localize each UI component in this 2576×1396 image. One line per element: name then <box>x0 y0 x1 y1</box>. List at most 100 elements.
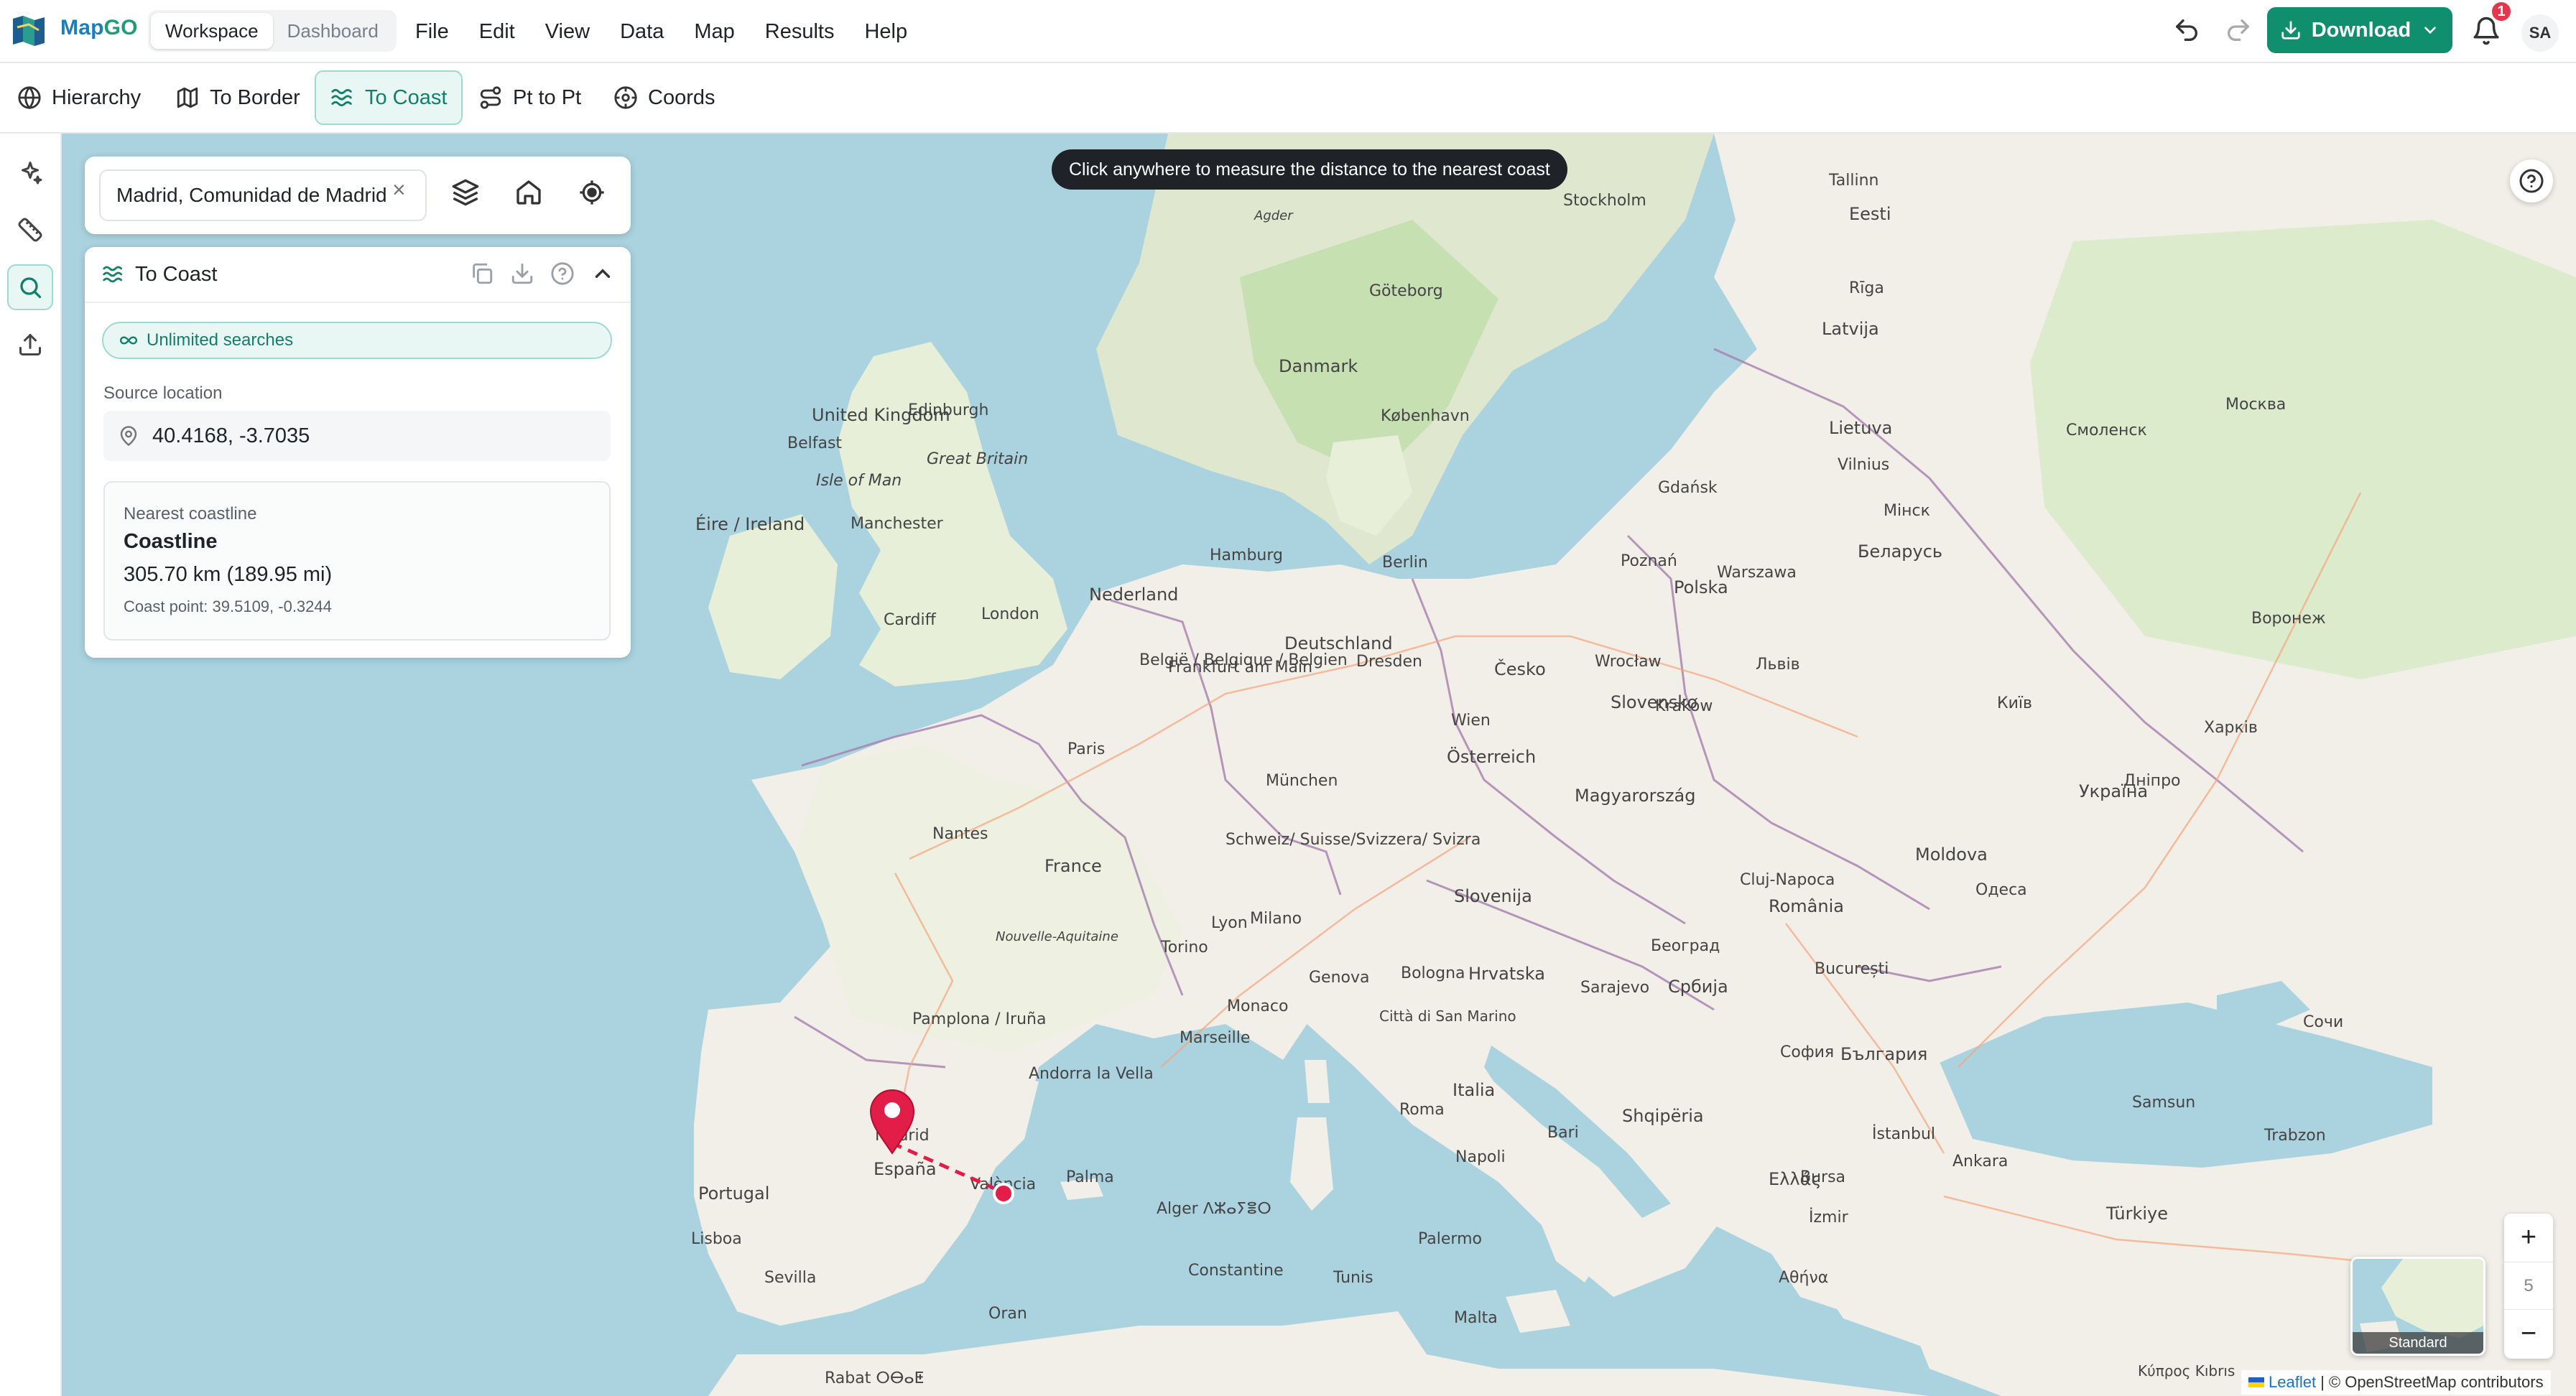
label-bucuresti: București <box>1815 960 1889 978</box>
source-location-value: 40.4168, -3.7035 <box>152 424 310 447</box>
label-moskva: Москва <box>2225 396 2286 414</box>
home-icon[interactable] <box>514 178 543 207</box>
app-header: MapGO Workspace Dashboard File Edit View… <box>0 0 2576 63</box>
label-stockholm: Stockholm <box>1563 192 1646 210</box>
label-lviv: Львів <box>1756 656 1800 674</box>
tool-pt-to-pt[interactable]: Pt to Pt <box>464 70 596 125</box>
label-romania: România <box>1769 896 1844 916</box>
mode-workspace[interactable]: Workspace <box>151 13 273 49</box>
menu-view[interactable]: View <box>545 20 590 44</box>
label-nantes: Nantes <box>932 825 988 843</box>
label-london: London <box>981 605 1039 623</box>
clear-search-icon[interactable]: × <box>392 177 406 203</box>
label-goteborg: Göteborg <box>1369 282 1443 300</box>
menu-map[interactable]: Map <box>694 20 734 44</box>
ukraine-flag-icon <box>2248 1377 2264 1387</box>
panel-header: To Coast <box>85 247 631 303</box>
zoom-out-button[interactable]: − <box>2504 1310 2553 1358</box>
result-distance: 305.70 km (189.95 mi) <box>124 563 333 586</box>
label-vilnius: Vilnius <box>1838 456 1889 474</box>
label-genova: Genova <box>1309 969 1370 987</box>
label-athina: Αθήνα <box>1779 1269 1828 1287</box>
rail-search-button[interactable] <box>7 264 53 310</box>
label-ankara: Ankara <box>1952 1153 2008 1171</box>
undo-icon[interactable] <box>2172 16 2201 45</box>
label-dnipro: Дніпро <box>2123 772 2181 790</box>
menu-results[interactable]: Results <box>765 20 835 44</box>
label-roma: Roma <box>1399 1101 1445 1119</box>
leaflet-link[interactable]: Leaflet <box>2269 1373 2316 1392</box>
label-danmark: Danmark <box>1279 356 1358 376</box>
download-icon[interactable] <box>510 261 534 286</box>
mapgo-logo-icon[interactable] <box>10 13 47 49</box>
map-help-button[interactable] <box>2510 159 2553 203</box>
source-location-field[interactable]: 40.4168, -3.7035 <box>103 411 611 461</box>
label-moldova: Moldova <box>1915 844 1988 865</box>
label-great-britain: Great Britain <box>927 450 1028 468</box>
label-hrvatska: Hrvatska <box>1468 964 1545 984</box>
globe-icon <box>18 86 41 110</box>
tool-to-coast[interactable]: To Coast <box>315 70 463 125</box>
menu-data[interactable]: Data <box>620 20 664 44</box>
label-portugal: Portugal <box>698 1183 769 1204</box>
tool-coords-label: Coords <box>648 85 715 109</box>
tool-hierarchy[interactable]: Hierarchy <box>3 70 155 125</box>
label-slovenija: Slovenija <box>1454 886 1532 906</box>
menu-edit[interactable]: Edit <box>479 20 515 44</box>
label-monaco: Monaco <box>1227 997 1288 1015</box>
label-warszawa: Warszawa <box>1717 564 1797 582</box>
locate-icon[interactable] <box>578 178 606 207</box>
mode-switch: Workspace Dashboard <box>148 10 397 52</box>
label-sofia: София <box>1780 1043 1834 1061</box>
label-pamplona: Pamplona / Iruña <box>912 1010 1046 1028</box>
label-italia: Italia <box>1453 1080 1495 1100</box>
label-trabzon: Trabzon <box>2264 1127 2326 1145</box>
label-samsun: Samsun <box>2132 1094 2195 1112</box>
label-manchester: Manchester <box>851 515 944 533</box>
search-icon <box>20 277 42 299</box>
mode-dashboard[interactable]: Dashboard <box>273 13 393 49</box>
label-lisboa: Lisboa <box>691 1230 742 1248</box>
label-kyiv: Київ <box>1997 694 2032 712</box>
help-circle-icon[interactable] <box>550 261 575 286</box>
copy-icon[interactable] <box>470 261 494 286</box>
label-eire: Éire / Ireland <box>695 513 805 534</box>
label-izmir: İzmir <box>1809 1208 1849 1227</box>
label-bursa: Bursa <box>1800 1168 1845 1186</box>
tool-coords[interactable]: Coords <box>599 70 730 125</box>
label-krakow: Kraków <box>1655 697 1713 715</box>
label-kypros: Κύπρος Kıbrıs <box>2138 1362 2235 1379</box>
label-napoli: Napoli <box>1455 1148 1506 1166</box>
rail-measure-button[interactable] <box>7 207 53 253</box>
coast-point-marker[interactable] <box>993 1183 1014 1204</box>
to-coast-panel: To Coast Unlimited searches Source locat… <box>85 247 631 658</box>
map-hint-tooltip: Click anywhere to measure the distance t… <box>1052 149 1567 190</box>
rail-upload-button[interactable] <box>7 322 53 368</box>
layer-switcher[interactable]: Standard <box>2350 1257 2485 1356</box>
user-avatar[interactable]: SA <box>2521 14 2559 52</box>
label-lietuva: Lietuva <box>1829 418 1892 438</box>
label-sochi: Сочи <box>2303 1013 2343 1031</box>
download-button[interactable]: Download <box>2267 7 2452 53</box>
label-istanbul: İstanbul <box>1872 1125 1935 1143</box>
layers-icon[interactable] <box>451 178 480 207</box>
rail-ai-button[interactable] <box>7 149 53 195</box>
label-berlin: Berlin <box>1382 554 1428 572</box>
label-rabat: Rabat ⵔⴱⴰⵟ <box>825 1369 924 1387</box>
label-belfast: Belfast <box>787 434 842 452</box>
menu-file[interactable]: File <box>415 20 449 44</box>
tool-to-border[interactable]: To Border <box>161 70 315 125</box>
label-oran: Oran <box>988 1305 1027 1323</box>
chevron-up-icon[interactable] <box>590 261 615 286</box>
label-bari: Bari <box>1547 1124 1579 1142</box>
location-search-input[interactable]: Madrid, Comunidad de Madrid <box>99 169 427 221</box>
map-pin-icon <box>120 426 137 447</box>
label-munchen: München <box>1266 772 1338 790</box>
label-paris: Paris <box>1067 740 1105 758</box>
redo-icon[interactable] <box>2224 16 2253 45</box>
zoom-control: + 5 − <box>2504 1214 2553 1359</box>
label-smolensk: Смоленск <box>2066 422 2147 439</box>
zoom-in-button[interactable]: + <box>2504 1214 2553 1262</box>
menu-help[interactable]: Help <box>864 20 907 44</box>
label-wien: Wien <box>1451 712 1491 730</box>
